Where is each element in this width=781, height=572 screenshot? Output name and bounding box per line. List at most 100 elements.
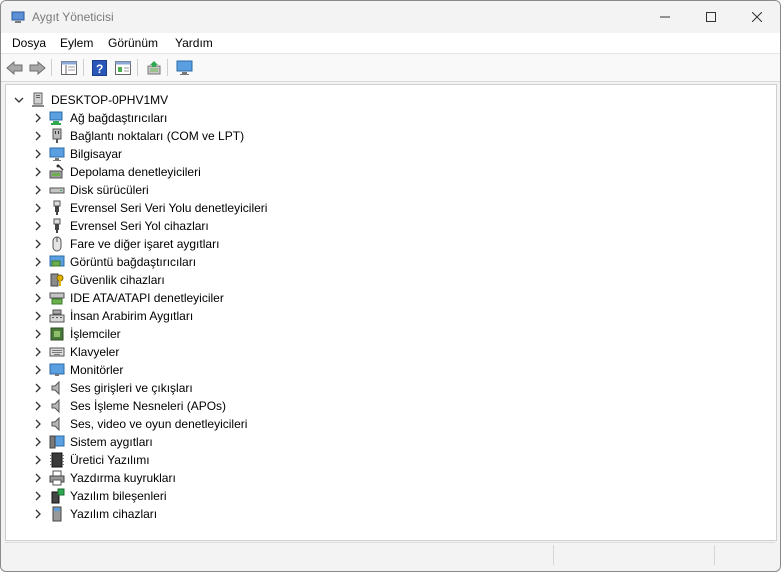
monitor-icon	[49, 363, 65, 376]
menu-gorunum[interactable]: Görünüm	[108, 36, 158, 50]
status-cell	[714, 545, 775, 565]
device-tree[interactable]: DESKTOP-0PHV1MV Ağ bağdaştırıcıları Bağl…	[5, 84, 777, 541]
chevron-right-icon[interactable]	[32, 238, 44, 250]
close-icon	[752, 12, 762, 22]
chevron-right-icon[interactable]	[32, 382, 44, 394]
chevron-right-icon[interactable]	[32, 274, 44, 286]
tree-item-usb-controllers[interactable]: Evrensel Seri Veri Yolu denetleyicileri	[6, 199, 766, 217]
back-button[interactable]	[5, 58, 24, 77]
computer-icon	[49, 147, 65, 161]
minimize-icon	[660, 16, 670, 18]
chevron-right-icon[interactable]	[32, 418, 44, 430]
chevron-right-icon[interactable]	[32, 364, 44, 376]
chevron-down-icon[interactable]	[13, 94, 25, 106]
tree-item-processors[interactable]: İşlemciler	[6, 325, 766, 343]
toolbar-separator	[51, 59, 52, 76]
tree-item-monitors[interactable]: Monitörler	[6, 361, 766, 379]
menu-eylem[interactable]: Eylem	[60, 36, 93, 50]
tree-item-security-devices[interactable]: Güvenlik cihazları	[6, 271, 766, 289]
chevron-right-icon[interactable]	[32, 148, 44, 160]
chevron-right-icon[interactable]	[32, 130, 44, 142]
tree-item-label: IDE ATA/ATAPI denetleyiciler	[70, 291, 224, 305]
tree-item-sound-video-game[interactable]: Ses, video ve oyun denetleyicileri	[6, 415, 766, 433]
chevron-right-icon[interactable]	[32, 184, 44, 196]
update-driver-button[interactable]	[144, 58, 163, 77]
tree-item-ide-controllers[interactable]: IDE ATA/ATAPI denetleyiciler	[6, 289, 766, 307]
toolbar-separator	[167, 59, 168, 76]
tree-item-label: Güvenlik cihazları	[70, 273, 165, 287]
chevron-right-icon[interactable]	[32, 508, 44, 520]
title-bar[interactable]: Aygıt Yöneticisi	[1, 1, 780, 33]
menu-yardim[interactable]: Yardım	[175, 36, 213, 50]
help-button[interactable]: ?	[90, 58, 109, 77]
toolbar-separator	[137, 59, 138, 76]
tree-item-computer[interactable]: Bilgisayar	[6, 145, 766, 163]
forward-button[interactable]	[28, 58, 47, 77]
tree-item-keyboards[interactable]: Klavyeler	[6, 343, 766, 361]
chevron-right-icon[interactable]	[32, 292, 44, 304]
tree-item-firmware[interactable]: Üretici Yazılımı	[6, 451, 766, 469]
chevron-right-icon[interactable]	[32, 436, 44, 448]
update-driver-icon	[147, 60, 160, 74]
chevron-right-icon[interactable]	[32, 256, 44, 268]
tree-item-label: Fare ve diğer işaret aygıtları	[70, 237, 220, 251]
speaker-icon	[51, 380, 60, 396]
chevron-right-icon[interactable]	[32, 328, 44, 340]
chevron-right-icon[interactable]	[32, 112, 44, 124]
tree-item-label: Sistem aygıtları	[70, 435, 153, 449]
close-button[interactable]	[734, 1, 780, 33]
chevron-right-icon[interactable]	[32, 400, 44, 412]
menu-bar: Dosya Eylem Görünüm Yardım	[1, 33, 780, 53]
hid-icon	[49, 309, 65, 323]
tree-item-label: Yazılım cihazları	[70, 507, 158, 521]
network-adapter-icon	[49, 111, 63, 125]
tree-item-usb-devices[interactable]: Evrensel Seri Yol cihazları	[6, 217, 766, 235]
tree-item-apos[interactable]: Ses İşleme Nesneleri (APOs)	[6, 397, 766, 415]
printer-icon	[49, 470, 65, 486]
tree-item-hid[interactable]: İnsan Arabirim Aygıtları	[6, 307, 766, 325]
tree-item-software-components[interactable]: Yazılım bileşenleri	[6, 487, 766, 505]
chevron-right-icon[interactable]	[32, 310, 44, 322]
chevron-right-icon[interactable]	[32, 166, 44, 178]
show-hide-console-tree-button[interactable]	[59, 58, 78, 77]
properties-view-button[interactable]	[113, 58, 132, 77]
chevron-right-icon[interactable]	[32, 346, 44, 358]
tree-item-print-queues[interactable]: Yazdırma kuyrukları	[6, 469, 766, 487]
maximize-button[interactable]	[688, 1, 734, 33]
tree-item-software-devices[interactable]: Yazılım cihazları	[6, 505, 766, 523]
tree-item-label: Klavyeler	[70, 345, 120, 359]
minimize-button[interactable]	[642, 1, 688, 33]
security-device-icon	[50, 273, 64, 287]
tree-item-label: Ses, video ve oyun denetleyicileri	[70, 417, 248, 431]
chevron-right-icon[interactable]	[32, 490, 44, 502]
chevron-right-icon[interactable]	[32, 472, 44, 484]
tree-item-label: Evrensel Seri Yol cihazları	[70, 219, 209, 233]
scan-hardware-changes-button[interactable]	[175, 58, 194, 77]
menu-dosya[interactable]: Dosya	[12, 36, 46, 50]
tree-root-label: DESKTOP-0PHV1MV	[51, 93, 169, 107]
tree-item-system-devices[interactable]: Sistem aygıtları	[6, 433, 766, 451]
forward-arrow-icon	[29, 60, 46, 75]
tree-item-audio-io[interactable]: Ses girişleri ve çıkışları	[6, 379, 766, 397]
firmware-icon	[50, 452, 64, 468]
tree-item-label: Monitörler	[70, 363, 124, 377]
status-bar	[5, 542, 775, 567]
chevron-right-icon[interactable]	[32, 454, 44, 466]
tree-item-network-adapters[interactable]: Ağ bağdaştırıcıları	[6, 109, 766, 127]
tree-item-ports[interactable]: Bağlantı noktaları (COM ve LPT)	[6, 127, 766, 145]
chevron-right-icon[interactable]	[32, 220, 44, 232]
chevron-right-icon[interactable]	[32, 202, 44, 214]
tree-item-mice[interactable]: Fare ve diğer işaret aygıtları	[6, 235, 766, 253]
speaker-icon	[51, 398, 60, 414]
tree-item-disk-drives[interactable]: Disk sürücüleri	[6, 181, 766, 199]
show-hide-console-tree-icon	[60, 60, 77, 75]
system-device-icon	[49, 435, 65, 449]
device-manager-window: Aygıt Yöneticisi Dosya Eylem Görünüm Yar…	[0, 0, 781, 572]
processor-icon	[50, 327, 64, 341]
tree-item-display-adapters[interactable]: Görüntü bağdaştırıcıları	[6, 253, 766, 271]
maximize-icon	[706, 12, 716, 22]
tree-item-storage-controllers[interactable]: Depolama denetleyicileri	[6, 163, 766, 181]
tree-root[interactable]: DESKTOP-0PHV1MV	[6, 91, 766, 109]
tree-item-label: Bağlantı noktaları (COM ve LPT)	[70, 129, 245, 143]
tree-item-label: İşlemciler	[70, 327, 121, 341]
